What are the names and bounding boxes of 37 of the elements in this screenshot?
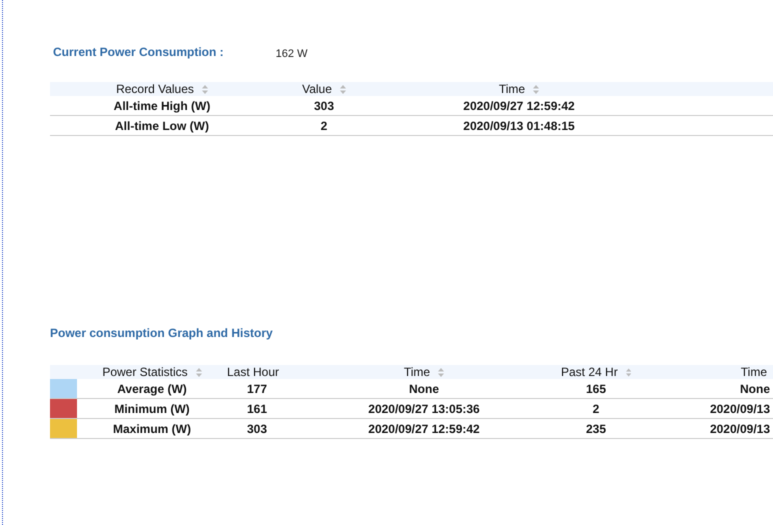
table-cell: 2 <box>561 399 631 419</box>
table-cell: None <box>287 379 561 399</box>
table-cell: 2020/09/27 12:59:42 <box>287 419 561 439</box>
table-cell: 2020/09/13 01:48:15 <box>374 116 664 136</box>
column-header: Time <box>740 365 767 379</box>
table-cell: 2020/09/13 <box>631 399 773 419</box>
sort-icon[interactable] <box>196 368 202 376</box>
table-cell: 165 <box>561 379 631 399</box>
column-header: Last Hour <box>226 365 280 379</box>
section-heading: Current Power Consumption : <box>53 45 224 59</box>
table-cell: All-time Low (W) <box>50 116 274 136</box>
column-header: Value <box>302 82 332 96</box>
sort-icon[interactable] <box>438 368 444 376</box>
column-header: Past 24 Hr <box>561 365 618 379</box>
power-value: 162 W <box>276 48 308 60</box>
table-cell: Minimum (W) <box>77 399 227 419</box>
table-cell: 161 <box>227 399 287 419</box>
sort-icon[interactable] <box>533 84 540 94</box>
sort-icon[interactable] <box>202 84 208 94</box>
table-cell: 2020/09/27 12:59:42 <box>374 96 664 116</box>
table-cell: 303 <box>274 96 374 116</box>
column-header: Time <box>498 82 526 96</box>
table-cell: 2 <box>274 116 374 136</box>
table-cell: None <box>631 379 773 399</box>
table-cell: Average (W) <box>77 379 227 399</box>
column-header: Power Statistics <box>102 365 188 379</box>
table-cell: Maximum (W) <box>77 419 227 439</box>
column-header: Time <box>404 365 430 379</box>
column-header: Record Values <box>116 82 194 96</box>
table-cell: 2020/09/13 <box>631 419 773 439</box>
table-cell: 177 <box>227 379 287 399</box>
table-cell: 235 <box>561 419 631 439</box>
sort-icon[interactable] <box>340 84 346 94</box>
table-cell: 303 <box>227 419 287 439</box>
table-cell: All-time High (W) <box>50 96 274 116</box>
table-cell: 2020/09/27 13:05:36 <box>287 399 561 419</box>
section-heading: Power consumption Graph and History <box>50 326 273 340</box>
